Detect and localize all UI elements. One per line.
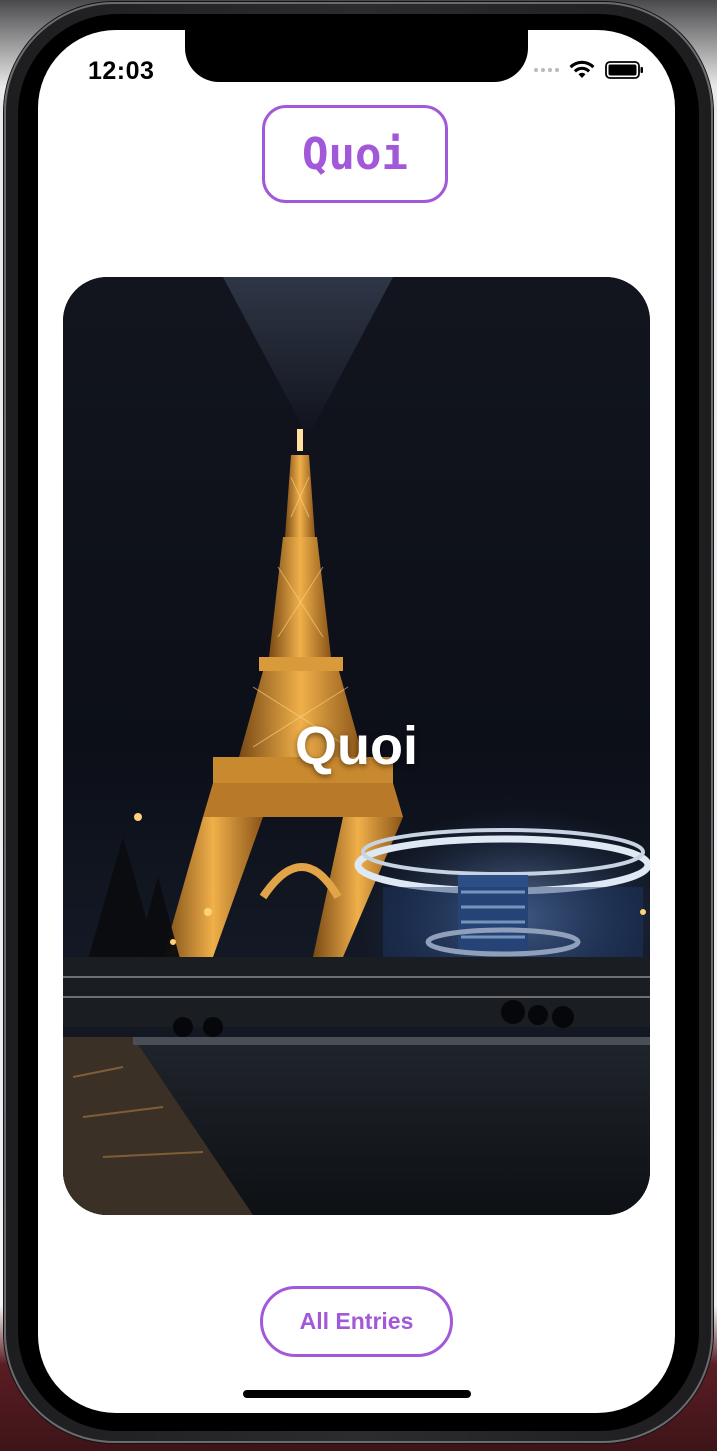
status-time: 12:03 <box>88 57 155 85</box>
photo-card[interactable]: Quoi <box>63 277 650 1215</box>
battery-icon <box>605 61 643 79</box>
card-title: Quoi <box>295 716 418 776</box>
app-title: Quoi <box>262 105 448 203</box>
app-screen: 12:03 Quoi Quoi All Entries <box>38 30 675 1413</box>
device-notch <box>185 30 528 82</box>
cellular-signal-icon <box>534 68 559 72</box>
wifi-icon <box>569 60 595 78</box>
home-indicator[interactable] <box>243 1390 471 1398</box>
all-entries-button[interactable]: All Entries <box>260 1286 453 1357</box>
status-icons <box>534 58 645 82</box>
